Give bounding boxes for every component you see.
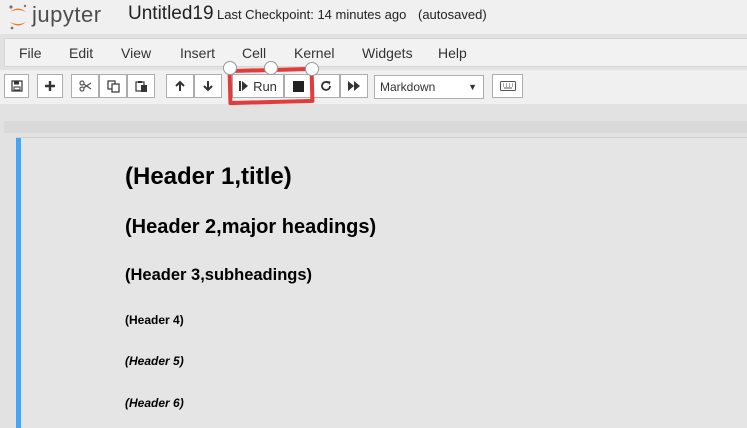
annotation-handle-top[interactable] <box>264 61 278 75</box>
heading-3: (Header 3,subheadings) <box>125 266 313 284</box>
arrow-up-icon <box>175 80 185 91</box>
annotation-handle-left[interactable] <box>223 61 237 75</box>
cut-button[interactable] <box>71 74 99 98</box>
cell-type-select[interactable]: Markdown ▼ <box>374 75 484 99</box>
paste-icon <box>134 80 147 92</box>
autosave-status: (autosaved) <box>418 7 487 22</box>
menu-insert[interactable]: Insert <box>180 45 215 61</box>
keyboard-icon <box>499 81 516 91</box>
heading-2: (Header 2,major headings) <box>125 216 377 238</box>
command-palette-button[interactable] <box>492 74 523 98</box>
menu-edit[interactable]: Edit <box>69 45 93 61</box>
cell-type-value: Markdown <box>380 80 436 94</box>
heading-4: (Header 4) <box>125 313 184 327</box>
menubar: File Edit View Insert Cell Kernel Widget… <box>4 38 747 67</box>
run-button-label: Run <box>253 78 277 94</box>
notebook-title[interactable]: Untitled19 <box>128 3 214 25</box>
save-button[interactable] <box>4 74 29 98</box>
save-icon <box>10 80 23 92</box>
restart-run-all-button[interactable] <box>340 74 368 98</box>
fast-forward-icon <box>347 81 360 91</box>
paste-button[interactable] <box>127 74 155 98</box>
heading-6: (Header 6) <box>125 396 184 410</box>
menu-cell[interactable]: Cell <box>242 45 266 61</box>
stop-icon <box>292 80 304 92</box>
jupyter-logo-text[interactable]: jupyter <box>32 2 102 28</box>
menu-widgets[interactable]: Widgets <box>362 45 413 61</box>
step-forward-icon <box>239 81 249 91</box>
arrow-down-icon <box>203 81 213 92</box>
insert-cell-button[interactable] <box>37 74 63 98</box>
menu-help[interactable]: Help <box>438 45 467 61</box>
menu-view[interactable]: View <box>121 45 151 61</box>
copy-icon <box>106 79 120 93</box>
move-down-button[interactable] <box>194 74 222 98</box>
copy-button[interactable] <box>99 74 127 98</box>
run-button[interactable]: Run <box>232 74 284 98</box>
selected-cell-indicator <box>16 138 21 428</box>
checkpoint-status: Last Checkpoint: 14 minutes ago <box>217 7 407 22</box>
restart-kernel-button[interactable] <box>312 74 340 98</box>
heading-5: (Header 5) <box>125 354 184 368</box>
annotation-handle-right[interactable] <box>305 62 319 76</box>
select-arrow-icon: ▼ <box>468 82 477 92</box>
move-up-button[interactable] <box>166 74 194 98</box>
menu-file[interactable]: File <box>19 45 42 61</box>
notebook-container-top <box>4 121 747 133</box>
scissors-icon <box>78 80 91 92</box>
jupyter-logo-icon[interactable] <box>7 3 29 31</box>
notebook-header: jupyter Untitled19 Last Checkpoint: 14 m… <box>0 0 747 34</box>
heading-1: (Header 1,title) <box>125 163 292 190</box>
menu-kernel[interactable]: Kernel <box>294 45 334 61</box>
plus-icon <box>45 81 55 91</box>
refresh-icon <box>321 81 331 91</box>
interrupt-kernel-button[interactable] <box>284 74 312 98</box>
